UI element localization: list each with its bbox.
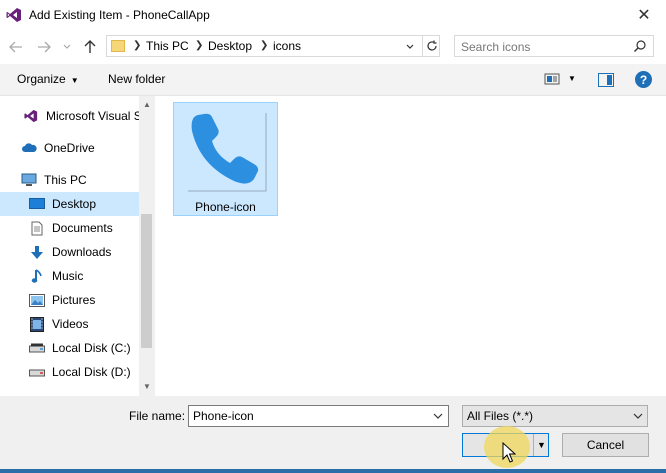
nav-item-label: This PC: [44, 173, 87, 187]
breadcrumb-this-pc[interactable]: This PC: [146, 39, 189, 53]
refresh-icon: [427, 40, 437, 51]
organize-label: Organize: [17, 72, 66, 86]
arrow-up-icon: [84, 40, 96, 53]
nav-scrollbar[interactable]: ▲ ▼: [139, 96, 155, 396]
visual-studio-icon: [6, 8, 21, 22]
close-icon: ✕: [637, 7, 651, 24]
preview-pane-icon: [607, 75, 612, 85]
nav-item-label: Microsoft Visual S: [46, 109, 142, 123]
phone-icon: [188, 113, 267, 192]
dialog-footer: File name: Phone-icon All Files (*.*) ▼ …: [0, 396, 666, 473]
window-border: [0, 469, 666, 473]
preview-pane-button[interactable]: [598, 73, 614, 87]
mouse-cursor-icon: [502, 442, 516, 463]
nav-item-documents[interactable]: Documents: [0, 216, 155, 240]
file-type-value: All Files (*.*): [467, 409, 534, 423]
search-icon: [634, 40, 646, 52]
title-bar: Add Existing Item - PhoneCallApp ✕: [0, 0, 666, 30]
file-name-value: Phone-icon: [193, 409, 254, 423]
file-item-label: Phone-icon: [195, 200, 256, 214]
caret-down-icon: ▼: [537, 440, 546, 450]
nav-item-label: Pictures: [52, 293, 96, 307]
nav-item-local-disk-c[interactable]: Local Disk (C:): [0, 336, 155, 360]
nav-item-music[interactable]: Music: [0, 264, 155, 288]
nav-item-label: Videos: [52, 317, 89, 331]
chevron-down-icon: [633, 413, 643, 419]
nav-item-label: Music: [52, 269, 84, 283]
chevron-down-icon[interactable]: [433, 410, 443, 422]
file-list: Phone-icon: [155, 96, 666, 396]
organize-button[interactable]: Organize ▼: [17, 72, 79, 86]
scroll-up-arrow-icon[interactable]: ▲: [139, 98, 155, 110]
view-options-icon[interactable]: [544, 72, 560, 86]
chevron-down-icon: [63, 44, 71, 49]
cancel-button[interactable]: Cancel: [562, 433, 649, 457]
nav-item-label: Documents: [52, 221, 113, 235]
folder-icon: [111, 40, 125, 52]
document-icon: [29, 220, 45, 236]
nav-item-local-disk-d[interactable]: Local Disk (D:): [0, 360, 155, 384]
scrollbar-thumb[interactable]: [141, 214, 152, 348]
back-button[interactable]: [6, 36, 26, 58]
download-icon: [29, 244, 45, 260]
help-button[interactable]: ?: [635, 71, 652, 88]
navigation-pane: Microsoft Visual S OneDrive This PC Desk…: [0, 96, 155, 396]
nav-item-downloads[interactable]: Downloads: [0, 240, 155, 264]
picture-icon: [29, 292, 45, 308]
breadcrumb-desktop[interactable]: Desktop: [208, 39, 252, 53]
breadcrumb-separator: ❯: [195, 40, 204, 51]
caret-down-icon[interactable]: ▼: [568, 74, 576, 83]
address-dropdown-button[interactable]: [403, 39, 417, 55]
caret-down-icon: ▼: [70, 76, 79, 85]
drive-icon: [29, 340, 45, 356]
close-button[interactable]: ✕: [622, 0, 666, 30]
open-dropdown-button[interactable]: ▼: [533, 434, 549, 456]
forward-button[interactable]: [34, 36, 54, 58]
nav-item-desktop[interactable]: Desktop: [0, 192, 155, 216]
up-button[interactable]: [80, 36, 100, 58]
nav-item-onedrive[interactable]: OneDrive: [0, 136, 155, 160]
breadcrumb-separator: ❯: [133, 40, 142, 51]
drive-icon: [29, 364, 45, 380]
breadcrumb-separator: ❯: [260, 40, 269, 51]
refresh-button[interactable]: [422, 36, 441, 56]
arrow-right-icon: [38, 41, 51, 53]
chevron-down-icon: [406, 44, 414, 49]
command-bar: Organize ▼ New folder ▼ ?: [0, 64, 666, 96]
desktop-icon: [29, 196, 45, 212]
nav-item-label: OneDrive: [44, 141, 95, 155]
window-title: Add Existing Item - PhoneCallApp: [29, 8, 210, 22]
address-bar[interactable]: ❯ This PC ❯ Desktop ❯ icons: [106, 35, 440, 57]
file-name-label: File name:: [129, 409, 186, 423]
recent-locations-button[interactable]: [60, 36, 74, 58]
computer-icon: [21, 172, 37, 188]
file-type-select[interactable]: All Files (*.*): [462, 405, 648, 427]
nav-item-label: Desktop: [52, 197, 97, 211]
nav-item-visual-studio[interactable]: Microsoft Visual S: [0, 104, 155, 128]
nav-item-label: Local Disk (C:): [52, 341, 131, 355]
breadcrumb-icons[interactable]: icons: [273, 39, 301, 53]
file-item-phone-icon[interactable]: Phone-icon: [173, 102, 278, 216]
file-name-field[interactable]: Phone-icon: [188, 405, 449, 427]
music-icon: [29, 268, 45, 284]
visual-studio-icon: [23, 108, 39, 124]
cloud-icon: [21, 140, 37, 156]
nav-item-videos[interactable]: Videos: [0, 312, 155, 336]
arrow-left-icon: [9, 41, 22, 53]
nav-item-label: Downloads: [52, 245, 112, 259]
nav-item-pictures[interactable]: Pictures: [0, 288, 155, 312]
video-icon: [29, 316, 45, 332]
scroll-down-arrow-icon[interactable]: ▼: [139, 380, 155, 392]
new-folder-button[interactable]: New folder: [108, 72, 165, 86]
search-input[interactable]: Search icons: [454, 35, 654, 57]
nav-item-label: Local Disk (D:): [52, 365, 131, 379]
search-placeholder: Search icons: [461, 40, 531, 54]
nav-item-this-pc[interactable]: This PC: [0, 168, 155, 192]
